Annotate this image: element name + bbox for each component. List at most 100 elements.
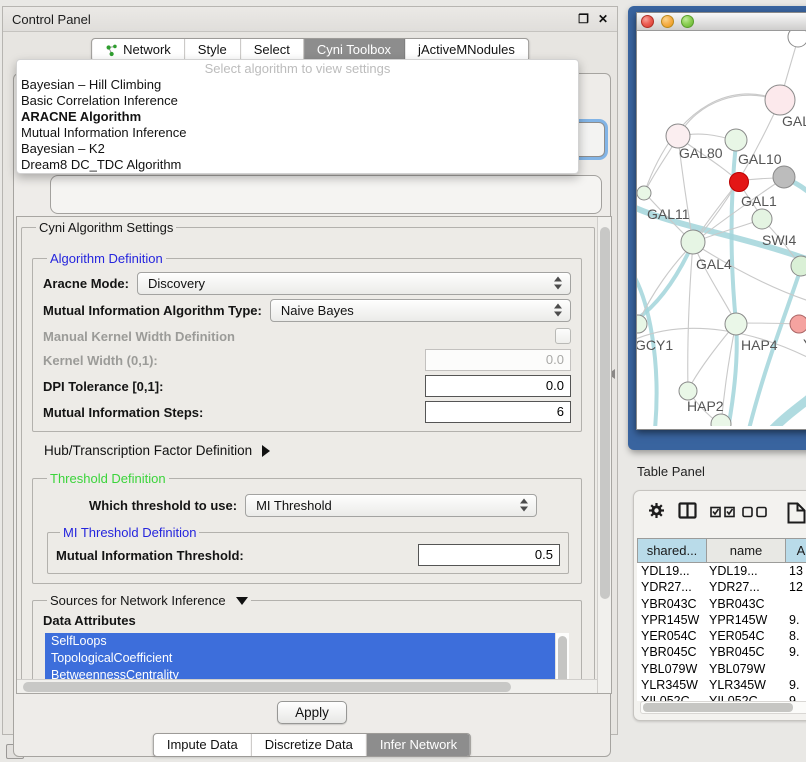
data-attributes-label: Data Attributes (43, 613, 571, 628)
algorithm-definition-group: Algorithm Definition Aracne Mode: Discov… (32, 251, 582, 432)
column-header[interactable]: A (785, 538, 806, 563)
node-label: GAL80 (679, 145, 723, 161)
column-header-shared-name[interactable]: shared... (637, 538, 707, 563)
checked-checkboxes-icon[interactable] (710, 506, 736, 518)
node-label: GAL10 (738, 151, 782, 167)
node-unlabeled-gray (773, 166, 795, 188)
menu-item[interactable]: Basic Correlation Inference (17, 93, 578, 109)
table-row[interactable]: YDR27... YDR27... 12 (637, 579, 806, 595)
menu-item-selected[interactable]: ARACNE Algorithm (17, 109, 578, 125)
kernel-width-input[interactable]: 0.0 (425, 349, 571, 371)
hub-transcription-factor-section[interactable]: Hub/Transcription Factor Definition (44, 443, 582, 458)
table-row[interactable]: YBL079W YBL079W (637, 661, 806, 677)
node-label: GAL4 (696, 256, 732, 272)
threshold-definition-group: Threshold Definition Which threshold to … (32, 471, 582, 584)
node-gal (765, 85, 795, 115)
table-panel-title: Table Panel (637, 464, 705, 479)
table-header-row: shared... name A (637, 538, 806, 563)
node-gal10 (725, 129, 747, 151)
settings-horizontal-scrollbar[interactable] (17, 679, 597, 693)
menu-item[interactable]: Dream8 DC_TDC Algorithm (17, 157, 578, 173)
file-icon[interactable] (787, 502, 806, 524)
mi-algorithm-type-select[interactable]: Naive Bayes (270, 299, 571, 322)
menu-item[interactable]: Bayesian – K2 (17, 141, 578, 157)
expand-right-icon[interactable] (262, 445, 270, 457)
control-panel-titlebar: Control Panel ❐ ✕ (3, 7, 617, 32)
settings-scroll-area: Cyni Algorithm Settings Algorithm Defini… (16, 216, 612, 694)
collapse-down-icon[interactable] (236, 597, 248, 605)
cyni-algorithm-settings-title: Cyni Algorithm Settings (36, 220, 176, 235)
network-canvas[interactable]: GAL GAL80 GAL10 GAL1 GAL11 GAL4 SWI4 GCY… (637, 31, 806, 426)
mi-steps-input[interactable]: 6 (425, 401, 571, 423)
cyni-algorithm-settings-group: Cyni Algorithm Settings Algorithm Defini… (21, 220, 595, 694)
network-nodes[interactable] (637, 31, 806, 426)
dpi-tolerance-label: DPI Tolerance [0,1]: (43, 379, 163, 394)
tab-impute-data[interactable]: Impute Data (154, 734, 252, 756)
cyni-bottom-tabs: Impute Data Discretize Data Infer Networ… (153, 733, 471, 757)
table-row[interactable]: YDL19... YDL19... 13 (637, 563, 806, 579)
node-label: GCY1 (637, 337, 673, 353)
manual-kernel-width-checkbox[interactable] (555, 328, 571, 344)
table-row[interactable]: YER054C YER054C 8. (637, 628, 806, 644)
aracne-mode-label: Aracne Mode: (43, 276, 129, 291)
dropdown-placeholder: Select algorithm to view settings (17, 61, 578, 77)
tab-style[interactable]: Style (185, 39, 241, 61)
aracne-mode-select[interactable]: Discovery (137, 272, 571, 295)
kernel-width-label: Kernel Width (0,1): (43, 353, 158, 368)
node-label: GAL1 (741, 193, 777, 209)
threshold-definition-title: Threshold Definition (47, 471, 169, 486)
table-row[interactable]: YBR045C YBR045C 9. (637, 644, 806, 660)
gear-icon[interactable] (648, 502, 665, 519)
node-gal11 (637, 186, 651, 200)
settings-vertical-scrollbar[interactable] (597, 217, 611, 693)
tab-select[interactable]: Select (241, 39, 304, 61)
node-gal1 (752, 209, 772, 229)
list-item[interactable]: SelfLoops (45, 633, 555, 650)
node-label: HAP2 (687, 398, 724, 414)
split-columns-icon[interactable] (678, 502, 697, 519)
table-row[interactable]: YLR345W YLR345W 9. (637, 677, 806, 693)
apply-button[interactable]: Apply (277, 701, 347, 724)
table-horizontal-scrollbar[interactable] (640, 701, 806, 714)
tab-discretize-data[interactable]: Discretize Data (252, 734, 367, 756)
minimize-traffic-light-icon[interactable] (661, 15, 674, 28)
mi-threshold-input[interactable]: 0.5 (418, 544, 560, 566)
node-label: HAP4 (741, 337, 778, 353)
list-item[interactable]: TopologicalCoefficient (45, 650, 555, 667)
node-label: GAL (782, 113, 806, 129)
close-window-icon[interactable]: ✕ (598, 12, 608, 26)
sources-title[interactable]: Sources for Network Inference (47, 593, 251, 608)
tab-network[interactable]: Network (92, 39, 185, 61)
column-header-name[interactable]: name (706, 538, 786, 563)
mi-threshold-label: Mutual Information Threshold: (56, 548, 244, 563)
menu-item[interactable]: Bayesian – Hill Climbing (17, 77, 578, 93)
data-table-combobox[interactable] (50, 175, 602, 214)
zoom-traffic-light-icon[interactable] (681, 15, 694, 28)
table-row[interactable]: YIL052C YIL052C 9 (637, 693, 806, 701)
combo-spinner-icon (554, 277, 562, 290)
dpi-tolerance-input[interactable]: 0.0 (425, 375, 571, 397)
which-threshold-select[interactable]: MI Threshold (245, 494, 537, 517)
unchecked-checkboxes-icon[interactable] (742, 506, 768, 518)
table-row[interactable]: YPR145W YPR145W 9. (637, 612, 806, 628)
network-window-frame[interactable]: GAL GAL80 GAL10 GAL1 GAL11 GAL4 SWI4 GCY… (628, 6, 806, 450)
combo-spinner-icon (520, 499, 528, 512)
control-panel-window: Control Panel ❐ ✕ Cyni Algorithm Setting… (2, 6, 618, 735)
network-window-titlebar[interactable] (637, 13, 806, 31)
table-row[interactable]: YBR043C YBR043C (637, 596, 806, 612)
network-icon (105, 44, 118, 57)
node (711, 414, 731, 426)
close-traffic-light-icon[interactable] (641, 15, 654, 28)
mi-threshold-definition-group: MI Threshold Definition Mutual Informati… (47, 525, 569, 574)
tab-jactivemnodules[interactable]: jActiveMNodules (405, 39, 528, 61)
node (788, 31, 806, 47)
mi-threshold-definition-title: MI Threshold Definition (60, 525, 199, 540)
tab-infer-network[interactable]: Infer Network (367, 734, 470, 756)
node-label: SWI4 (762, 232, 796, 248)
menu-item[interactable]: Mutual Information Inference (17, 125, 578, 141)
screen: Control Panel ❐ ✕ Cyni Algorithm Setting… (0, 0, 806, 762)
float-window-icon[interactable]: ❐ (578, 12, 589, 26)
network-node-labels: GAL GAL80 GAL10 GAL1 GAL11 GAL4 SWI4 GCY… (637, 113, 806, 414)
algorithm-definition-title: Algorithm Definition (47, 251, 166, 266)
tab-cyni-toolbox[interactable]: Cyni Toolbox (304, 39, 405, 61)
